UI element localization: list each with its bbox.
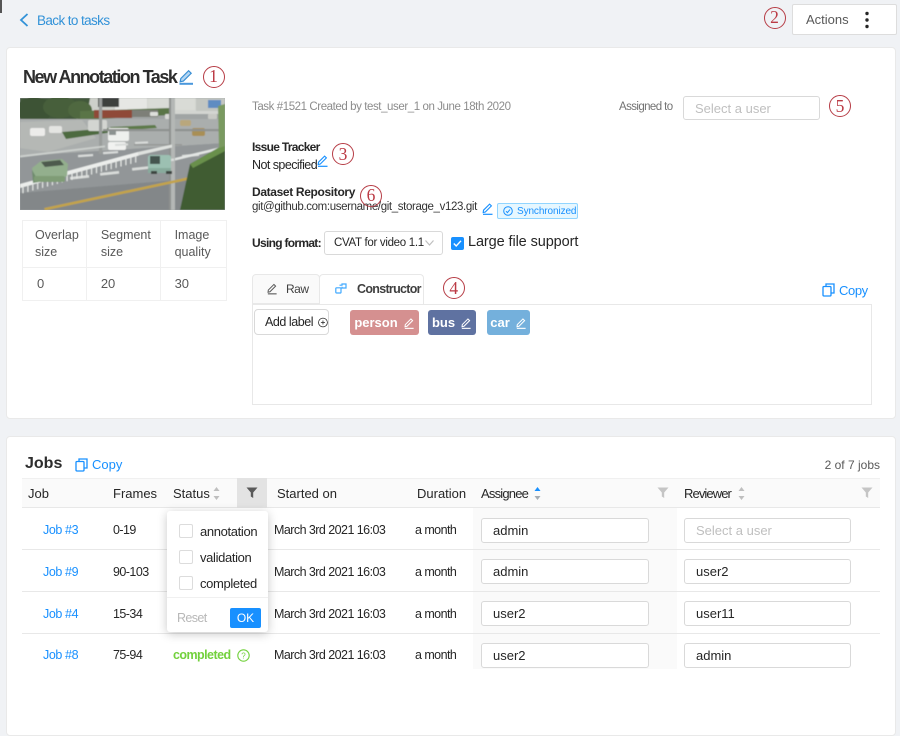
svg-text:?: ?: [241, 651, 246, 660]
